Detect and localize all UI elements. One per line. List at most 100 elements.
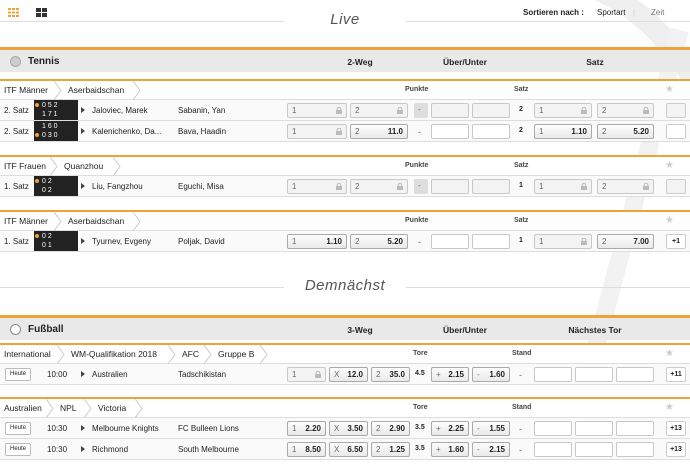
match-row[interactable]: Heute 10:30 Melbourne Knights FC Bulleen… (0, 418, 690, 439)
odds-button-x[interactable]: X 3.50 (329, 421, 368, 436)
odds-button-1[interactable]: 1 (287, 367, 326, 382)
team-2: Tadschikistan (178, 370, 227, 379)
match-row[interactable]: 1. Satz 0 2 0 2 Liu, Fangzhou Eguchi, Mi… (0, 176, 690, 197)
set-odds-button-1[interactable]: 1 (534, 103, 592, 118)
under-button[interactable]: -1.55 (472, 421, 510, 436)
breadcrumb[interactable]: Australien (0, 399, 42, 418)
stream-icon[interactable] (81, 128, 85, 134)
next-goal-button-2[interactable] (616, 367, 654, 382)
odds-button-2[interactable]: 2 2.90 (371, 421, 410, 436)
next-goal-button-1[interactable] (534, 421, 572, 436)
breadcrumb[interactable]: International (0, 345, 51, 364)
odds-button-x[interactable]: X 12.0 (329, 367, 368, 382)
sport-header-tennis[interactable]: Tennis 2-Weg Über/Unter Satz (0, 47, 690, 72)
odds-button-1[interactable]: 1 1.10 (287, 234, 347, 249)
set-odds-button-1[interactable]: 1 (534, 234, 592, 249)
under-button[interactable] (472, 234, 510, 249)
next-goal-button-2[interactable] (616, 442, 654, 457)
over-button[interactable] (431, 234, 469, 249)
breadcrumb[interactable]: ITF Frauen (0, 157, 46, 176)
next-goal-button-2[interactable] (616, 421, 654, 436)
favorite-star-icon[interactable]: ★ (665, 84, 674, 95)
odds-button-2[interactable]: 2 1.25 (371, 442, 410, 457)
breadcrumb[interactable]: Victoria (94, 399, 126, 418)
favorite-star-icon[interactable]: ★ (665, 215, 674, 226)
stream-icon[interactable] (81, 107, 85, 113)
over-button[interactable]: +1.60 (431, 442, 469, 457)
next-goal-button-x[interactable] (575, 421, 613, 436)
odds-button-1[interactable]: 1 (287, 179, 347, 194)
match-status: 2. Satz (4, 127, 29, 136)
odds-button-2[interactable]: 2 11.0 (350, 124, 408, 139)
match-row[interactable]: 2. Satz 0 5 2 1 7 1 Jaloviec, Marek Saba… (0, 100, 690, 121)
live-score: 0 2 0 2 (34, 176, 78, 196)
more-markets-button[interactable] (666, 179, 686, 194)
next-goal-button-x[interactable] (575, 442, 613, 457)
more-markets-button[interactable] (666, 124, 686, 139)
set-number: 2 (519, 127, 523, 134)
odds-button-1[interactable]: 1 (287, 103, 347, 118)
under-button[interactable]: -2.15 (472, 442, 510, 457)
odds-button-2[interactable]: 2 (350, 103, 408, 118)
stream-icon[interactable] (81, 425, 85, 431)
odds-button-1[interactable]: 1 (287, 124, 347, 139)
set-odds-button-1[interactable]: 1 (534, 179, 592, 194)
odds-button-x[interactable]: X 6.50 (329, 442, 368, 457)
match-status: 1. Satz (4, 237, 29, 246)
match-row[interactable]: Heute 10:00 Australien Tadschikistan 1 X… (0, 364, 690, 385)
breadcrumb[interactable]: ITF Männer (0, 81, 48, 100)
stream-icon[interactable] (81, 238, 85, 244)
odds-button-1[interactable]: 1 8.50 (287, 442, 326, 457)
over-button[interactable]: +2.15 (431, 367, 469, 382)
more-markets-button[interactable]: +13 (666, 421, 686, 436)
section-soon-title: Demnächst (0, 277, 690, 294)
under-button[interactable] (472, 103, 510, 118)
set-odds-button-2[interactable]: 2 (597, 179, 654, 194)
breadcrumb[interactable]: Gruppe B (214, 345, 254, 364)
breadcrumb[interactable]: WM-Qualifikation 2018 (67, 345, 157, 364)
set-odds-button-1[interactable]: 1 1.10 (534, 124, 592, 139)
breadcrumb[interactable]: Aserbaidschan (64, 212, 124, 231)
favorite-star-icon[interactable]: ★ (665, 160, 674, 171)
next-goal-button-1[interactable] (534, 367, 572, 382)
odds-button-2[interactable]: 2 35.0 (371, 367, 410, 382)
under-button[interactable]: -1.60 (472, 367, 510, 382)
over-button[interactable] (431, 103, 469, 118)
breadcrumb[interactable]: AFC (178, 345, 199, 364)
under-button[interactable] (472, 179, 510, 194)
stream-icon[interactable] (81, 371, 85, 377)
set-odds-button-2[interactable]: 2 (597, 103, 654, 118)
more-markets-button[interactable] (666, 103, 686, 118)
breadcrumb[interactable]: Aserbaidschan (64, 81, 124, 100)
odds-button-2[interactable]: 2 5.20 (350, 234, 408, 249)
breadcrumb[interactable]: NPL (56, 399, 77, 418)
under-button[interactable] (472, 124, 510, 139)
competition-group: ITF Männer Aserbaidschan Punkte Satz ★ 1… (0, 210, 690, 252)
next-goal-button-1[interactable] (534, 442, 572, 457)
next-goal-button-x[interactable] (575, 367, 613, 382)
sport-name: Fußball (28, 324, 64, 335)
favorite-star-icon[interactable]: ★ (665, 402, 674, 413)
competition-group: Australien NPL Victoria Tore Stand ★ Heu… (0, 397, 690, 460)
more-markets-button[interactable]: +1 (666, 234, 686, 249)
breadcrumb[interactable]: Quanzhou (60, 157, 103, 176)
match-row[interactable]: 1. Satz 0 2 0 1 Tyurnev, Evgeny Poljak, … (0, 231, 690, 252)
breadcrumb[interactable]: ITF Männer (0, 212, 48, 231)
sport-header-football[interactable]: Fußball 3-Weg Über/Unter Nächstes Tor (0, 315, 690, 340)
match-row[interactable]: Heute 10:30 Richmond South Melbourne 1 8.… (0, 439, 690, 460)
stream-icon[interactable] (81, 183, 85, 189)
odds-button-2[interactable]: 2 (350, 179, 408, 194)
more-markets-button[interactable]: +13 (666, 442, 686, 457)
favorite-star-icon[interactable]: ★ (665, 348, 674, 359)
competition-group: ITF Männer Aserbaidschan Punkte Satz ★ 2… (0, 79, 690, 142)
over-button[interactable] (431, 179, 469, 194)
set-odds-button-2[interactable]: 2 7.00 (597, 234, 654, 249)
set-odds-button-2[interactable]: 2 5.20 (597, 124, 654, 139)
more-markets-button[interactable]: +11 (666, 367, 686, 382)
over-button[interactable] (431, 124, 469, 139)
stream-icon[interactable] (81, 446, 85, 452)
over-button[interactable]: +2.25 (431, 421, 469, 436)
odds-button-1[interactable]: 1 2.20 (287, 421, 326, 436)
breadcrumb-separator-icon (168, 345, 176, 364)
match-row[interactable]: 2. Satz 1 6 0 0 3 0 Kalenichenko, Da... … (0, 121, 690, 142)
